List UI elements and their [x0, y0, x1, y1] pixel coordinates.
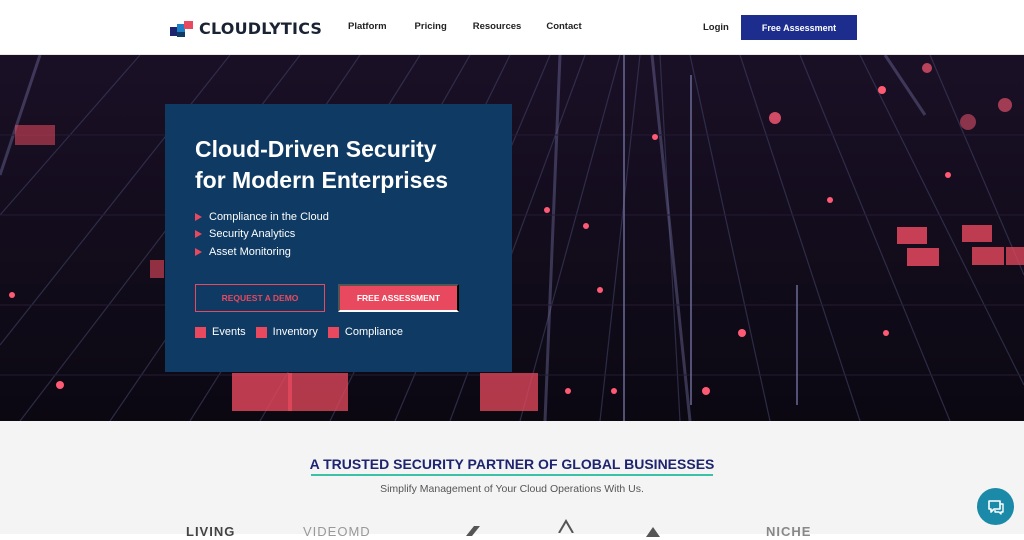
- trusted-subtitle: Simplify Management of Your Cloud Operat…: [380, 483, 644, 495]
- square-icon: [195, 326, 206, 338]
- hero-title: Cloud-Driven Security for Modern Enterpr…: [195, 134, 495, 196]
- partner-logo-living: LIVING: [186, 524, 236, 539]
- hero-title-line-1: Cloud-Driven Security: [195, 136, 437, 162]
- tag-inventory[interactable]: Inventory: [255, 326, 318, 338]
- chat-bubble-icon: [987, 499, 1004, 515]
- feature-list: Compliance in the Cloud Security Analyti…: [195, 208, 329, 261]
- square-icon: [255, 326, 267, 338]
- chat-button[interactable]: [977, 488, 1014, 525]
- logo[interactable]: CLOUDLYTICS: [170, 19, 322, 38]
- hero-banner: Cloud-Driven Security for Modern Enterpr…: [0, 55, 1024, 421]
- partner-logo-niche: NICHE: [766, 524, 812, 539]
- partner-logo-3: [464, 524, 480, 536]
- hero-card: Cloud-Driven Security for Modern Enterpr…: [165, 104, 512, 372]
- partner-logo-4: [556, 519, 576, 534]
- free-assessment-hero-button[interactable]: FREE ASSESSMENT: [338, 284, 459, 312]
- site-header: CLOUDLYTICS Platform Pricing Resources C…: [0, 0, 1024, 55]
- feature-label: Security Analytics: [209, 228, 296, 241]
- feature-item: Asset Monitoring: [195, 243, 329, 261]
- hero-title-line-2: for Modern Enterprises: [195, 167, 449, 193]
- feature-item: Compliance in the Cloud: [195, 208, 329, 226]
- tag-list: Events Inventory Compliance: [195, 326, 403, 338]
- tag-label: Inventory: [272, 326, 318, 338]
- logo-text: CLOUDLYTICS: [199, 19, 323, 38]
- triangle-bullet-icon: [195, 230, 202, 239]
- nav-resources[interactable]: Resources: [473, 21, 522, 32]
- tag-compliance[interactable]: Compliance: [327, 326, 403, 338]
- hero-background-graphic: [0, 55, 1024, 421]
- login-link[interactable]: Login: [703, 22, 729, 33]
- feature-item: Security Analytics: [195, 226, 329, 244]
- triangle-bullet-icon: [195, 212, 202, 221]
- feature-label: Compliance in the Cloud: [209, 210, 329, 223]
- main-nav: Platform Pricing Resources Contact: [348, 21, 610, 32]
- partner-logo-videomd: VIDEOMD: [303, 524, 371, 539]
- nav-contact[interactable]: Contact: [546, 21, 581, 32]
- nav-pricing[interactable]: Pricing: [415, 21, 447, 32]
- free-assessment-button[interactable]: Free Assessment: [741, 15, 857, 40]
- tag-label: Compliance: [344, 326, 403, 338]
- square-icon: [327, 326, 339, 338]
- feature-label: Asset Monitoring: [209, 245, 291, 258]
- tag-events[interactable]: Events: [195, 326, 246, 338]
- triangle-bullet-icon: [195, 247, 202, 256]
- tag-label: Events: [212, 326, 246, 338]
- trusted-title: A TRUSTED SECURITY PARTNER OF GLOBAL BUS…: [309, 456, 715, 472]
- trusted-section: A TRUSTED SECURITY PARTNER OF GLOBAL BUS…: [0, 421, 1024, 539]
- nav-platform[interactable]: Platform: [348, 21, 387, 32]
- request-demo-button[interactable]: REQUEST A DEMO: [195, 284, 325, 312]
- title-underline: [311, 474, 713, 476]
- cloudlytics-logo-icon: [170, 20, 193, 37]
